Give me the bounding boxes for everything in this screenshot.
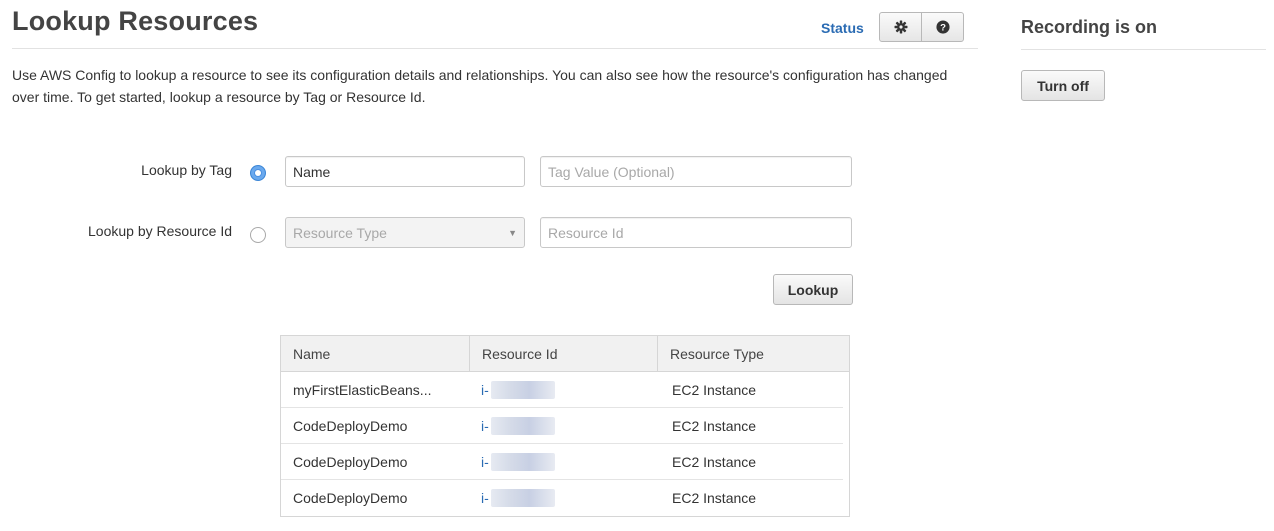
redacted-value — [490, 489, 555, 507]
resource-id-link[interactable]: i- — [481, 490, 489, 506]
page-title: Lookup Resources — [12, 6, 259, 36]
resource-type-select[interactable]: Resource Type ▼ — [285, 217, 525, 248]
cell-resource-id: i- — [469, 480, 657, 516]
lookup-by-tag-radio[interactable] — [250, 165, 266, 181]
cell-name: CodeDeployDemo — [293, 453, 408, 470]
recording-divider — [1021, 49, 1266, 50]
chevron-down-icon: ▼ — [508, 227, 517, 238]
gear-icon — [894, 20, 907, 34]
tag-key-input[interactable] — [285, 156, 525, 187]
cell-resource-type: EC2 Instance — [672, 453, 757, 470]
lookup-button[interactable]: Lookup — [773, 274, 853, 305]
tag-value-input[interactable] — [540, 156, 852, 187]
resource-type-placeholder: Resource Type — [293, 224, 387, 241]
table-row[interactable]: CodeDeployDemo i- EC2 Instance — [281, 408, 843, 444]
redacted-value — [490, 452, 555, 471]
results-table: Name Resource Id Resource Type myFirstEl… — [280, 335, 850, 517]
resource-id-link[interactable]: i- — [481, 418, 489, 434]
resource-id-link[interactable]: i- — [481, 382, 489, 398]
resource-id-input[interactable] — [540, 217, 852, 248]
recording-status-title: Recording is on — [1021, 17, 1158, 37]
cell-resource-type: EC2 Instance — [672, 381, 757, 398]
intro-text: Use AWS Config to lookup a resource to s… — [12, 67, 948, 105]
table-row[interactable]: CodeDeployDemo i- EC2 Instance — [281, 444, 843, 480]
header-button-group: ? — [879, 12, 964, 42]
table-row[interactable]: CodeDeployDemo i- EC2 Instance — [281, 480, 843, 516]
status-link[interactable]: Status — [821, 20, 864, 36]
lookup-by-tag-label: Lookup by Tag — [141, 162, 232, 178]
cell-name: CodeDeployDemo — [293, 417, 408, 434]
redacted-value — [490, 380, 555, 399]
column-header-resource-type[interactable]: Resource Type — [657, 336, 849, 371]
cell-resource-type: EC2 Instance — [672, 490, 757, 506]
table-row[interactable]: myFirstElasticBeans... i- EC2 Instance — [281, 372, 843, 408]
settings-button[interactable] — [880, 13, 921, 41]
cell-resource-id: i- — [469, 408, 657, 443]
cell-name: myFirstElasticBeans... — [293, 381, 432, 398]
cell-resource-id: i- — [469, 444, 657, 479]
help-button[interactable]: ? — [921, 13, 963, 41]
table-header: Name Resource Id Resource Type — [281, 336, 849, 372]
cell-name: CodeDeployDemo — [293, 490, 408, 506]
question-icon: ? — [935, 20, 950, 34]
header-divider — [12, 48, 978, 49]
lookup-by-resource-id-label: Lookup by Resource Id — [88, 223, 232, 239]
column-header-resource-id[interactable]: Resource Id — [469, 336, 657, 371]
aws-config-lookup-page: Lookup Resources Status ? Use AWS Config… — [0, 0, 1274, 531]
cell-resource-id: i- — [469, 372, 657, 407]
redacted-value — [490, 416, 555, 435]
svg-text:?: ? — [940, 23, 946, 34]
lookup-by-resource-id-radio[interactable] — [250, 227, 266, 243]
resource-id-link[interactable]: i- — [481, 454, 489, 470]
turn-off-recording-button[interactable]: Turn off — [1021, 70, 1105, 101]
cell-resource-type: EC2 Instance — [672, 417, 757, 434]
column-header-name[interactable]: Name — [281, 336, 469, 371]
